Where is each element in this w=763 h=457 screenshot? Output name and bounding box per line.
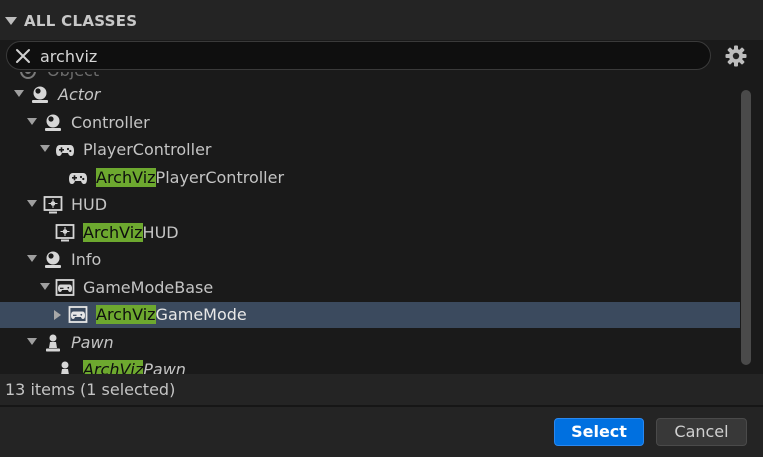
- tree-row-label: ArchVizGameMode: [96, 305, 247, 324]
- expand-arrow-icon[interactable]: [40, 283, 50, 290]
- tree-row-archviz-playercontroller[interactable]: ArchVizPlayerController: [0, 165, 740, 191]
- search-input[interactable]: [40, 45, 690, 67]
- tree-row-label: Object: [47, 72, 99, 81]
- collapse-arrow-icon[interactable]: [5, 17, 17, 25]
- search-match-highlight: ArchViz: [83, 223, 143, 242]
- tree-row-archviz-gamemode[interactable]: ArchVizGameMode: [0, 302, 740, 328]
- tree-row-pawn[interactable]: Pawn: [0, 330, 740, 356]
- hud-icon: [55, 224, 75, 242]
- class-tree[interactable]: Object Actor Controller PlayerContro: [0, 72, 740, 374]
- info-actor-icon: [45, 251, 61, 268]
- expand-arrow-icon[interactable]: [54, 310, 61, 320]
- gamemode-icon: [68, 306, 88, 323]
- pawn-icon: [61, 361, 69, 374]
- expand-arrow-icon[interactable]: [14, 90, 24, 97]
- tree-row-actor[interactable]: Actor: [0, 82, 740, 108]
- tree-row-label: HUD: [71, 195, 108, 214]
- tree-row-archviz-pawn[interactable]: ArchVizPawn: [0, 357, 740, 374]
- tree-row-hud[interactable]: HUD: [0, 192, 740, 218]
- scrollbar-thumb[interactable]: [741, 90, 751, 365]
- clear-search-icon[interactable]: [15, 48, 31, 64]
- tree-row-label: Actor: [58, 85, 101, 104]
- expand-arrow-icon[interactable]: [27, 200, 37, 207]
- gamepad-icon: [69, 173, 87, 184]
- hud-icon: [43, 196, 63, 214]
- search-match-highlight: ArchViz: [96, 305, 156, 324]
- expand-arrow-icon[interactable]: [27, 255, 37, 262]
- tree-row-gamemodebase[interactable]: GameModeBase: [0, 275, 740, 301]
- tree-scrollbar[interactable]: [740, 72, 754, 374]
- tree-row-label: ArchVizPawn: [83, 360, 186, 374]
- gamepad-icon: [56, 145, 74, 156]
- tree-row-label: PlayerController: [83, 140, 212, 159]
- pawn-icon: [46, 334, 60, 352]
- tree-row-info[interactable]: Info: [0, 247, 740, 273]
- section-title: ALL CLASSES: [24, 12, 138, 30]
- search-match-highlight: ArchViz: [96, 168, 156, 187]
- footer-divider: [0, 405, 763, 407]
- expand-arrow-icon[interactable]: [27, 338, 37, 345]
- select-button[interactable]: Select: [554, 418, 644, 446]
- tree-row-label: ArchVizHUD: [83, 223, 179, 242]
- cancel-button[interactable]: Cancel: [656, 418, 747, 446]
- expand-arrow-icon[interactable]: [40, 145, 50, 152]
- all-classes-header[interactable]: ALL CLASSES: [0, 0, 763, 40]
- item-count-status: 13 items (1 selected): [5, 380, 176, 399]
- tree-row-label: Info: [71, 250, 102, 269]
- object-icon: [20, 72, 36, 79]
- tree-row-label: Controller: [71, 113, 150, 132]
- actor-icon: [32, 86, 48, 103]
- expand-arrow-icon[interactable]: [27, 118, 37, 125]
- tree-row-label: ArchVizPlayerController: [96, 168, 285, 187]
- search-box[interactable]: [6, 41, 711, 70]
- tree-row-archviz-hud[interactable]: ArchVizHUD: [0, 220, 740, 246]
- tree-row-label: Pawn: [71, 333, 114, 352]
- search-match-highlight: ArchViz: [83, 360, 144, 374]
- dialog-footer: 13 items (1 selected) Select Cancel: [0, 374, 763, 457]
- tree-row-playercontroller[interactable]: PlayerController: [0, 137, 740, 163]
- tree-row-label: GameModeBase: [83, 278, 214, 297]
- tree-row-controller[interactable]: Controller: [0, 110, 740, 136]
- settings-gear-icon[interactable]: [724, 44, 748, 68]
- actor-icon: [45, 114, 61, 131]
- gamemode-icon: [55, 279, 75, 296]
